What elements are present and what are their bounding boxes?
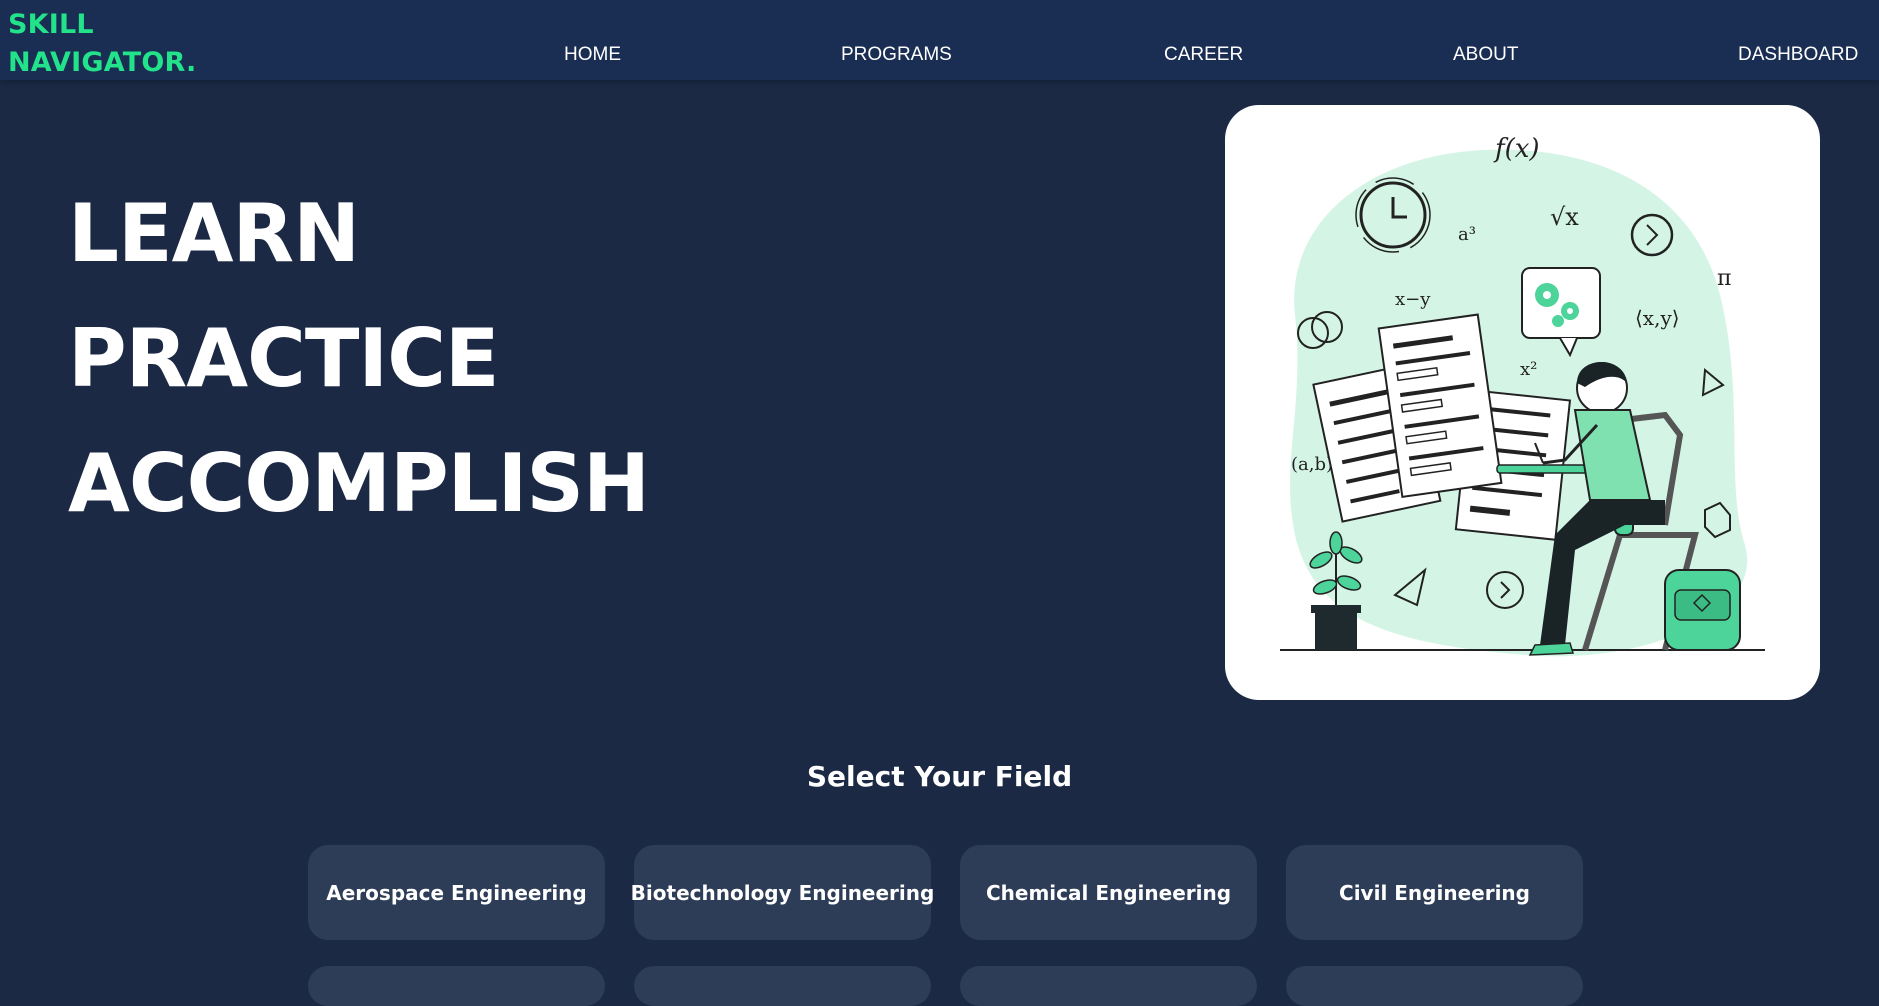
brand-line-1: SKILL — [8, 9, 94, 40]
nav-career[interactable]: CAREER — [1164, 44, 1243, 66]
field-button-next-row-3[interactable] — [960, 966, 1257, 1006]
top-navbar: SKILL NAVIGATOR. HOME PROGRAMS CAREER AB… — [0, 0, 1879, 80]
field-button-chemical[interactable]: Chemical Engineering — [960, 845, 1257, 940]
svg-text:x²: x² — [1520, 359, 1537, 380]
svg-text:⟨x,y⟩: ⟨x,y⟩ — [1635, 306, 1680, 330]
field-button-biotechnology[interactable]: Biotechnology Engineering — [631, 845, 934, 940]
hero-illustration-card: f(x) √x a³ x−y x² π ⟨x,y⟩ (a,b) — [1225, 105, 1820, 700]
field-button-aerospace[interactable]: Aerospace Engineering — [308, 845, 605, 940]
svg-text:x−y: x−y — [1395, 289, 1431, 310]
brand-line-2: NAVIGATOR. — [8, 47, 197, 78]
student-test-illustration: f(x) √x a³ x−y x² π ⟨x,y⟩ (a,b) — [1280, 134, 1765, 657]
field-button-civil[interactable]: Civil Engineering — [1286, 845, 1583, 940]
svg-text:(a,b): (a,b) — [1291, 454, 1333, 475]
svg-text:√x: √x — [1550, 203, 1579, 231]
field-button-next-row-2[interactable] — [634, 966, 931, 1006]
nav-programs[interactable]: PROGRAMS — [841, 44, 952, 66]
svg-text:π: π — [1717, 266, 1731, 291]
hero-line-practice: PRACTICE — [68, 312, 500, 405]
brand-logo[interactable]: SKILL NAVIGATOR. — [8, 6, 196, 82]
svg-text:f(x): f(x) — [1493, 134, 1540, 164]
field-button-next-row-1[interactable] — [308, 966, 605, 1006]
nav-about[interactable]: ABOUT — [1453, 44, 1518, 66]
hero-line-accomplish: ACCOMPLISH — [68, 437, 650, 530]
field-button-next-row-4[interactable] — [1286, 966, 1583, 1006]
nav-dashboard[interactable]: DASHBOARD — [1738, 44, 1858, 66]
hero-line-learn: LEARN — [68, 187, 360, 280]
field-section-title: Select Your Field — [806, 760, 1073, 793]
nav-home[interactable]: HOME — [564, 44, 621, 66]
svg-text:a³: a³ — [1458, 224, 1476, 245]
